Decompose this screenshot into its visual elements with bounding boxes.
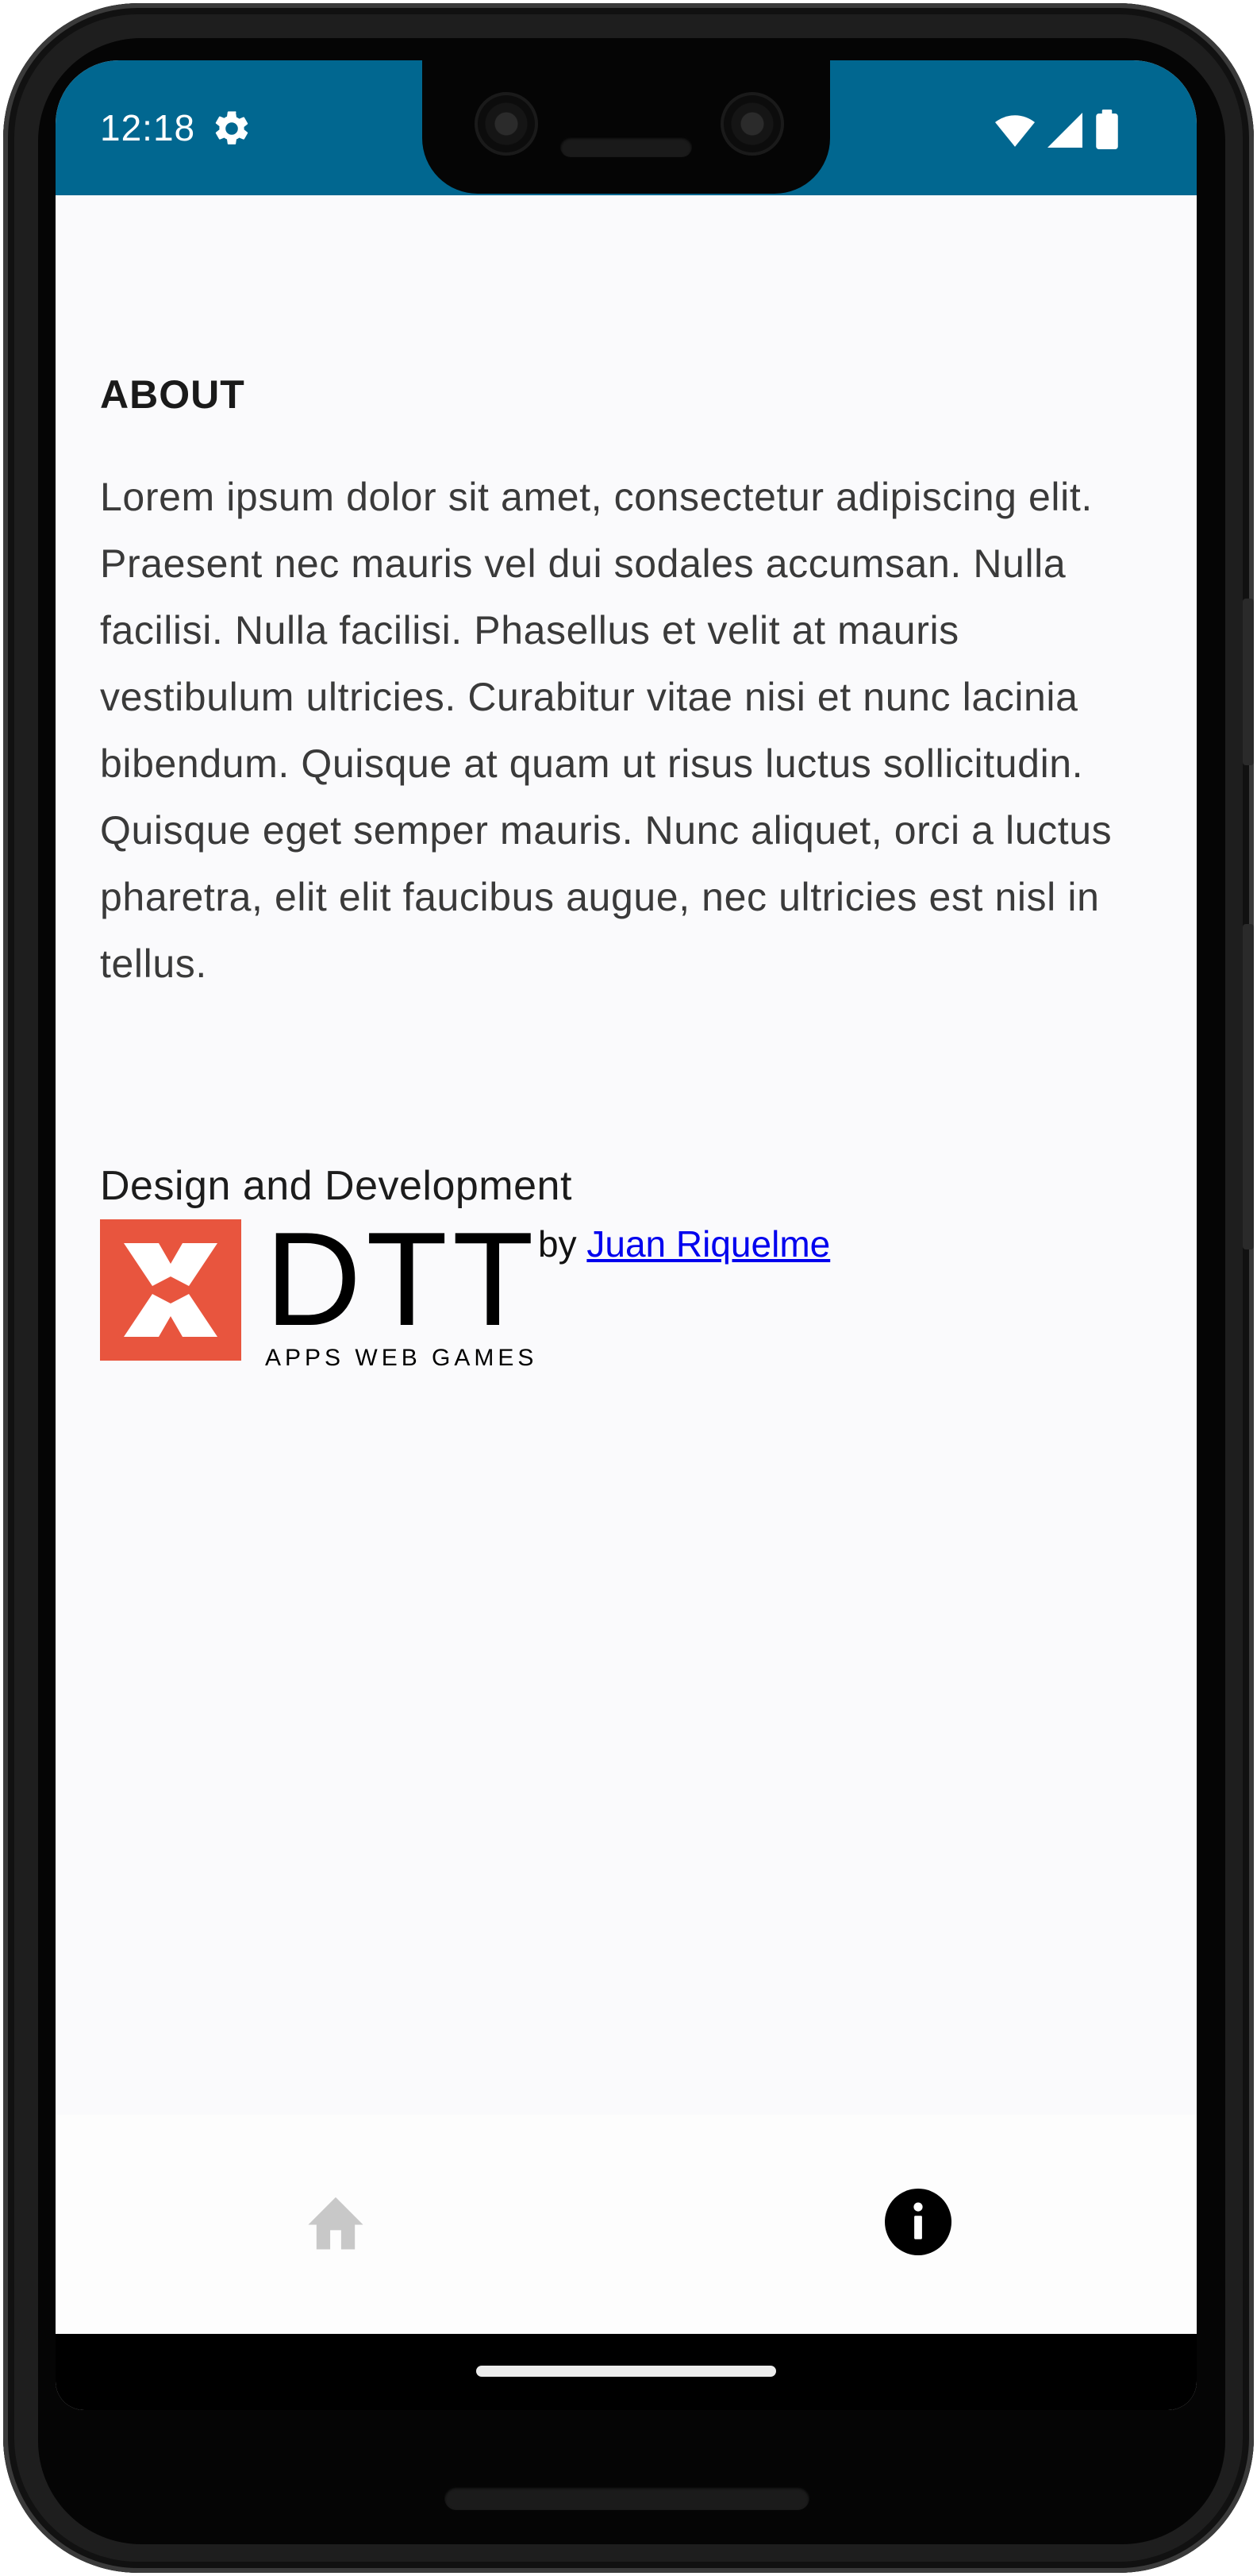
about-description: Lorem ipsum dolor sit amet, consectetur … (100, 475, 1113, 986)
front-camera-left (475, 92, 538, 156)
logo-wordmark-text: DTT (265, 1204, 539, 1353)
phone-frame: 12:18 ABOUT Lorem ipsum dolor sit amet, … (3, 3, 1254, 2573)
home-icon (302, 2192, 369, 2256)
logo-tagline: APPS WEB GAMES (265, 1345, 538, 1371)
volume-button (1243, 924, 1254, 1249)
bottom-navigation (56, 2115, 1197, 2334)
nav-info-button[interactable] (882, 2188, 954, 2259)
wifi-icon (995, 112, 1035, 151)
gesture-handle[interactable] (476, 2366, 776, 2377)
dtt-logo-mark (100, 1219, 241, 1361)
info-icon (885, 2188, 951, 2259)
power-button (1243, 599, 1254, 765)
gear-icon (211, 108, 252, 149)
status-bar: 12:18 (56, 60, 1197, 195)
by-prefix: by (538, 1223, 577, 1265)
author-link[interactable]: Juan Riquelme (586, 1223, 830, 1265)
credits-row: DTT APPS WEB GAMES by Juan Riquelme (100, 1204, 830, 1372)
battery-icon (1095, 110, 1119, 153)
camera-notch (422, 60, 830, 194)
credits-heading: Design and Development (100, 1163, 572, 1209)
status-icons (995, 110, 1119, 153)
status-time: 12:18 (100, 107, 196, 148)
page-title: ABOUT (100, 372, 245, 417)
nav-home-button[interactable] (300, 2188, 371, 2259)
bottom-speaker (444, 2486, 809, 2510)
front-camera-right (721, 92, 784, 156)
author-credit: by Juan Riquelme (538, 1223, 830, 1265)
earpiece-speaker (560, 137, 692, 157)
app-screen: 12:18 ABOUT Lorem ipsum dolor sit amet, … (56, 60, 1197, 2410)
signal-icon (1046, 111, 1084, 152)
dtt-logo-wordmark: DTT APPS WEB GAMES (265, 1204, 539, 1372)
